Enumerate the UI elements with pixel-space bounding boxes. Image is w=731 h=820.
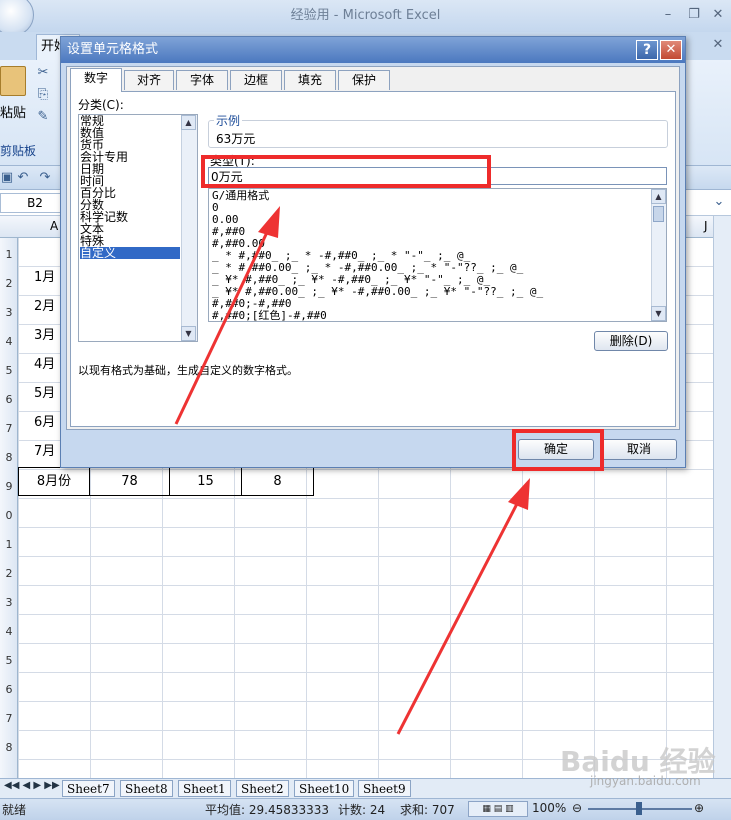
- arrow-to-ok-head: [508, 478, 530, 510]
- annotation-arrows: [174, 206, 530, 735]
- arrow-to-type-line: [174, 225, 272, 425]
- arrow-to-type-head: [258, 206, 280, 238]
- tab-number[interactable]: 数字: [70, 68, 122, 92]
- arrow-to-ok-line: [396, 497, 522, 735]
- baidu-watermark-url: jingyan.baidu.com: [590, 774, 701, 788]
